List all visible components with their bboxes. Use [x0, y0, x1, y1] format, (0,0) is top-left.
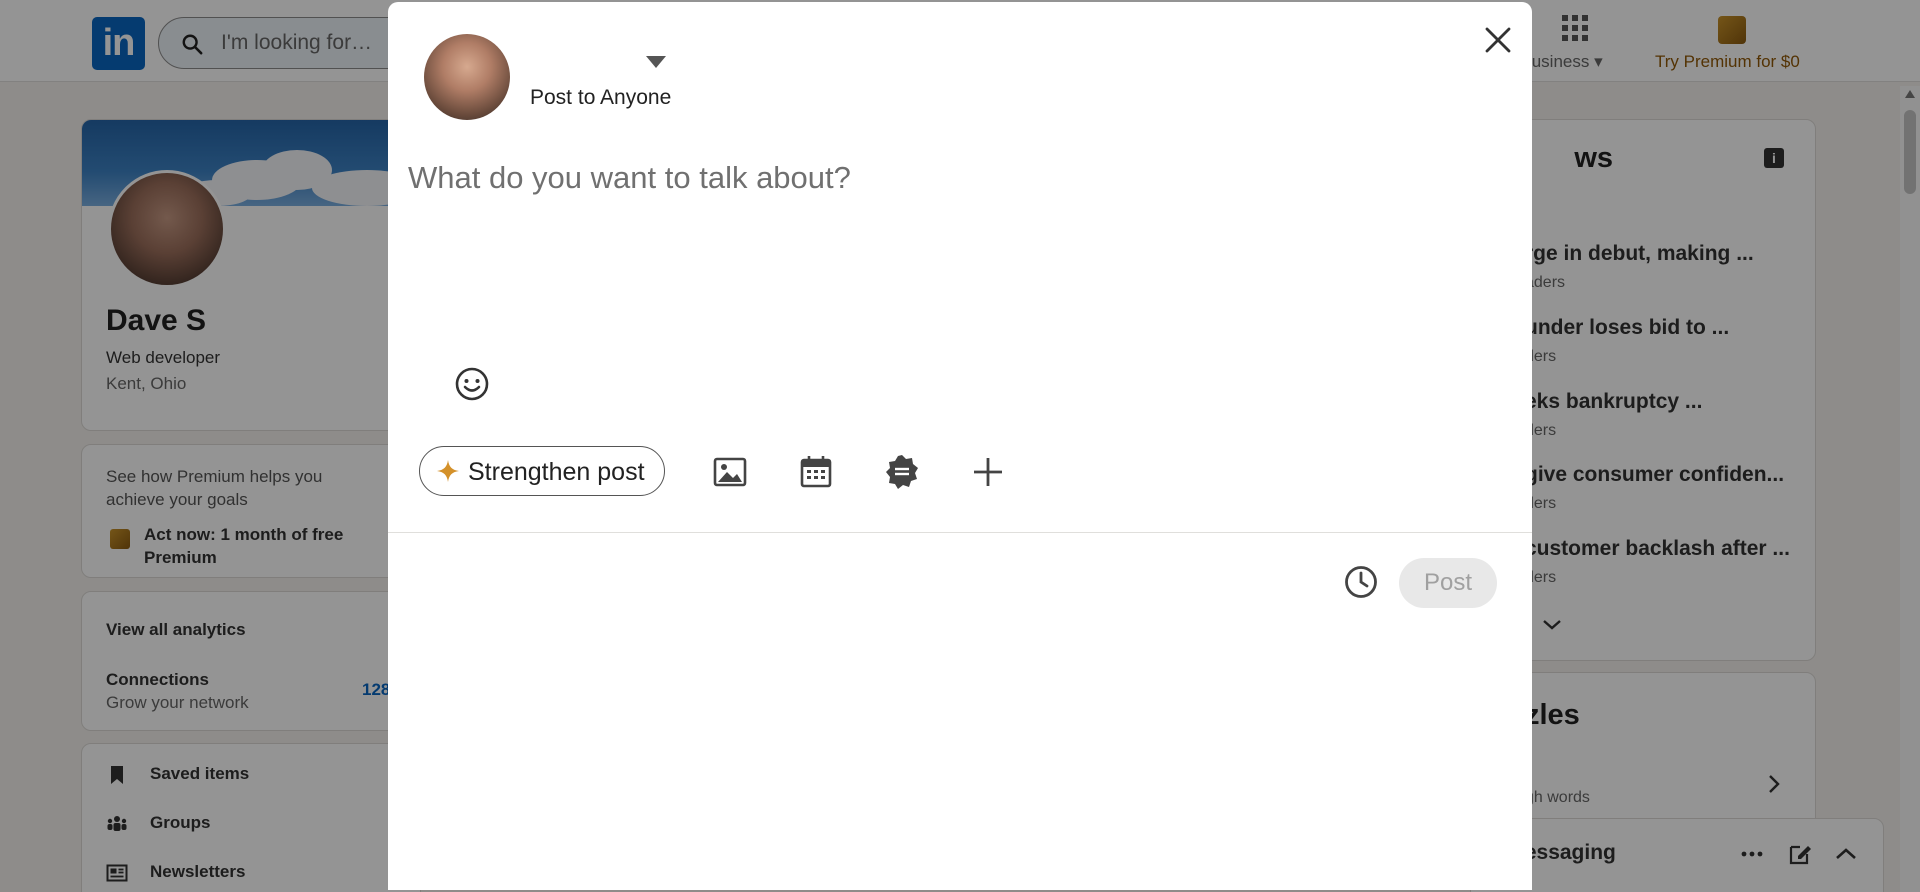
modal-divider	[388, 532, 1532, 533]
close-icon[interactable]	[1478, 20, 1518, 60]
create-post-modal: Post to Anyone Strengthen post Post	[388, 2, 1532, 890]
strengthen-post-label: Strengthen post	[468, 458, 645, 486]
strengthen-post-button[interactable]: Strengthen post	[419, 446, 665, 496]
author-avatar	[424, 34, 510, 120]
post-button[interactable]: Post	[1399, 558, 1497, 608]
sparkle-icon	[437, 460, 459, 482]
audience-label[interactable]: Post to Anyone	[530, 86, 671, 110]
badge-icon[interactable]	[882, 452, 922, 492]
plus-icon[interactable]	[968, 452, 1008, 492]
post-composer-input[interactable]	[408, 160, 1508, 340]
caret-down-icon[interactable]	[644, 54, 668, 70]
image-icon[interactable]	[710, 452, 750, 492]
clock-icon[interactable]	[1343, 564, 1379, 600]
smiley-icon[interactable]	[454, 366, 490, 402]
calendar-icon[interactable]	[796, 452, 836, 492]
